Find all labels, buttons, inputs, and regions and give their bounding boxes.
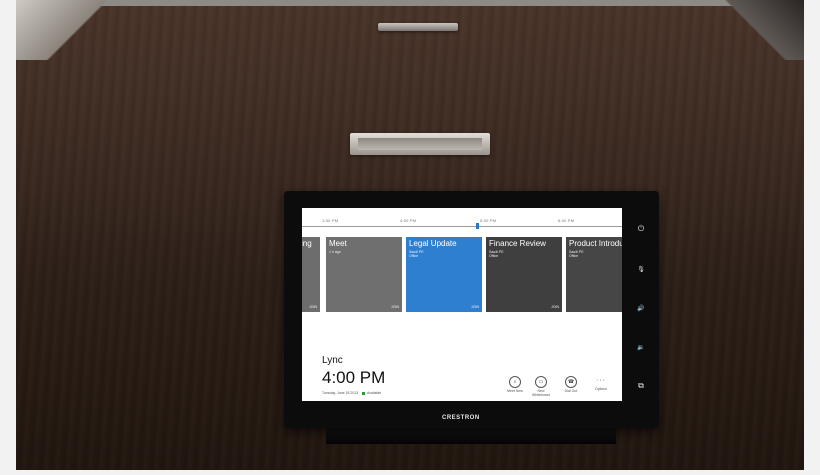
mic-mute-icon: 🎙 — [637, 267, 645, 273]
meeting-tile[interactable]: Meet 1 h ago JOIN — [326, 237, 402, 312]
whiteboard-icon: ▭ — [535, 376, 547, 388]
current-date: Tuesday, June 18 2013 — [322, 391, 359, 395]
volume-up-icon: 🔊 — [637, 306, 645, 312]
meeting-subtitle: Saudi PE Office — [489, 250, 504, 258]
table-edge-right — [724, 0, 804, 60]
timeline-tick: 6:00 PM — [558, 218, 575, 223]
meeting-subtitle: 1 h ago — [329, 250, 341, 254]
brand-logo: CRESTRON — [442, 415, 480, 421]
whiteboard-button[interactable]: ▭ New Whiteboard — [529, 376, 553, 397]
volume-up-button[interactable]: 🔊 — [634, 303, 648, 315]
volume-down-button[interactable]: 🔉 — [634, 342, 648, 354]
timeline-tick: 1:00 PM — [322, 218, 339, 223]
date-status-row: Tuesday, June 18 2013 Available — [322, 391, 381, 395]
power-button[interactable]: ⏻ — [634, 223, 648, 235]
action-label: Meet Now — [507, 389, 523, 393]
table-power-box-far — [378, 23, 458, 31]
options-button[interactable]: ··· Options — [589, 376, 613, 391]
table-edge-left — [16, 0, 106, 60]
call-icon: ☎ — [565, 376, 577, 388]
timeline-tick: 4:00 PM — [400, 218, 417, 223]
display-icon: ⧉ — [638, 381, 644, 390]
meeting-title: ing — [302, 239, 312, 248]
schedule-timeline[interactable]: 1:00 PM 4:00 PM 5:00 PM 6:00 PM — [302, 218, 622, 229]
touch-panel: 1:00 PM 4:00 PM 5:00 PM 6:00 PM ing JOIN… — [284, 191, 659, 428]
meeting-subtitle: Saudi PE Office — [409, 250, 424, 258]
more-icon: ··· — [596, 377, 606, 384]
search-icon: ⌕ — [509, 376, 521, 388]
meeting-title: Product Introdu — [569, 239, 622, 248]
presence-status: Available — [366, 391, 382, 395]
meeting-title: Finance Review — [489, 239, 546, 248]
action-label: Dial Out — [564, 389, 578, 393]
meet-now-button[interactable]: ⌕ Meet Now — [503, 376, 527, 393]
presence-dot — [362, 391, 366, 395]
meeting-tile-selected[interactable]: Legal Update Saudi PE Office JOIN — [406, 237, 482, 312]
timeline-line — [302, 226, 622, 227]
action-label: New Whiteboard — [532, 389, 550, 397]
mic-mute-button[interactable]: 🎙 — [634, 264, 648, 276]
app-name: Lync — [322, 355, 343, 366]
dial-out-button[interactable]: ☎ Dial Out — [559, 376, 583, 393]
volume-down-icon: 🔉 — [637, 345, 645, 351]
join-label: JOIN — [551, 305, 559, 309]
current-time-marker — [476, 223, 479, 229]
meeting-title: Meet — [329, 239, 347, 248]
meeting-tile[interactable]: Product Introdu Saudi PE Office — [566, 237, 622, 312]
meeting-subtitle: Saudi PE Office — [569, 250, 584, 258]
join-label: JOIN — [391, 305, 399, 309]
join-label: JOIN — [471, 305, 479, 309]
timeline-tick: 5:00 PM — [480, 218, 497, 223]
meeting-title: Legal Update — [409, 239, 457, 248]
action-label: Options — [594, 387, 608, 391]
back-wall — [16, 0, 804, 6]
conference-room-photo: 1:00 PM 4:00 PM 5:00 PM 6:00 PM ing JOIN… — [16, 0, 804, 470]
join-label: JOIN — [309, 305, 317, 309]
display-button[interactable]: ⧉ — [634, 380, 648, 392]
current-time: 4:00 PM — [322, 368, 386, 387]
touch-panel-stand — [326, 428, 616, 444]
power-icon: ⏻ — [637, 224, 645, 233]
table-power-box-near — [350, 133, 490, 155]
meeting-tile[interactable]: Finance Review Saudi PE Office JOIN — [486, 237, 562, 312]
meeting-tile[interactable]: ing JOIN — [302, 237, 320, 312]
touch-panel-screen: 1:00 PM 4:00 PM 5:00 PM 6:00 PM ing JOIN… — [302, 208, 622, 401]
